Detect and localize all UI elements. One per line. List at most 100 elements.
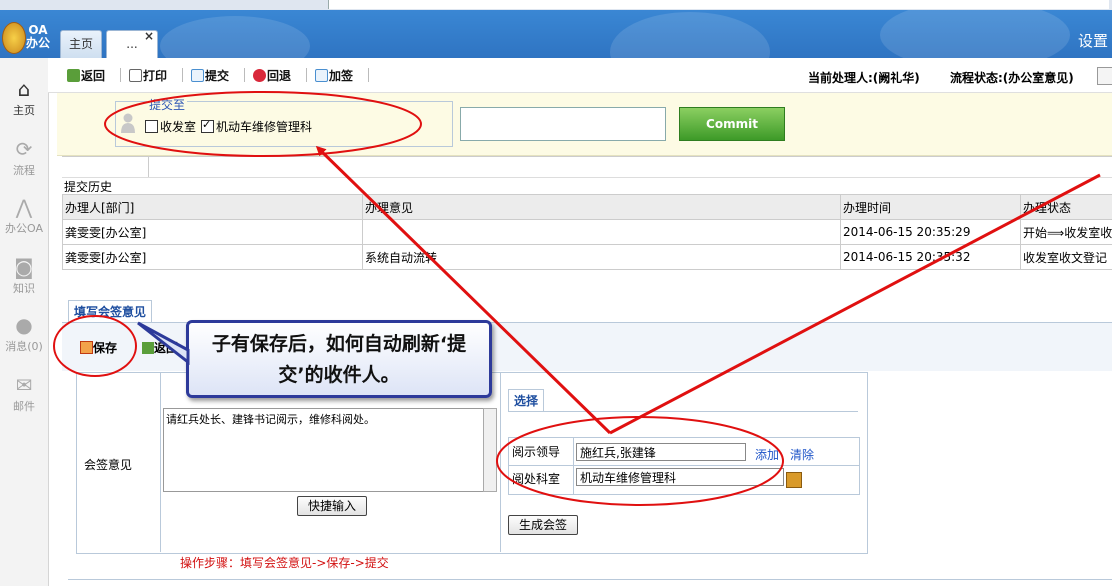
home-icon: ⌂ [17, 77, 31, 101]
office-icon: ⋀ [15, 195, 33, 219]
tab-select[interactable]: 选择 [508, 389, 545, 412]
dept-field[interactable]: 机动车维修管理科 [576, 468, 784, 486]
table-cell: 系统自动流转 [362, 244, 841, 270]
dept-value: 机动车维修管理科 [580, 471, 677, 485]
opinion-text: 请红兵处长、建锋书记阅示，维修科阅处。 [166, 413, 375, 426]
table-cell: 收发室收文登记 [1020, 244, 1112, 270]
sidebar-item-office[interactable]: ⋀ 办公OA [0, 196, 48, 236]
toolbar-divider [306, 68, 307, 82]
sidebar-item-label: 主页 [13, 104, 35, 117]
form-back-button[interactable]: 返回 [142, 339, 178, 356]
table-cell: 开始⟹收发室收 [1020, 219, 1112, 245]
spacer-divider [148, 157, 149, 177]
knowledge-icon: ◙ [14, 255, 34, 279]
back-label: 返回 [81, 69, 106, 83]
current-handler: 当前处理人:(阙礼华) [808, 71, 920, 85]
sidebar-item-knowledge[interactable]: ◙ 知识 [0, 256, 48, 296]
workflow-icon: ⟳ [15, 137, 33, 161]
sidebar-item-label: 办公OA [5, 222, 43, 235]
address-bar[interactable] [328, 0, 1109, 9]
print-label: 打印 [143, 69, 168, 83]
sidebar-item-message[interactable]: ● 消息(0) [0, 314, 48, 354]
toolbar-divider [368, 68, 369, 82]
save-icon [80, 341, 93, 354]
building-icon[interactable] [786, 472, 802, 488]
generate-countersign-button[interactable]: 生成会签 [508, 515, 578, 535]
checkbox-vehicle-dept[interactable] [201, 118, 214, 133]
table-cell [362, 219, 841, 245]
form-back-label: 返回 [154, 341, 179, 355]
column-divider [160, 372, 161, 552]
submit-icon [191, 69, 204, 82]
annotation-callout: 子有保存后，如何自动刷新‘提 交’的收件人。 [186, 320, 492, 398]
column-header: 办理时间 [840, 194, 1021, 220]
table-cell: 龚雯雯[办公室] [62, 244, 363, 270]
column-header: 办理意见 [362, 194, 841, 220]
select-divider [509, 465, 859, 466]
close-icon[interactable]: × [144, 23, 154, 50]
logo-text: OA 办公 [25, 24, 51, 50]
tab-divider [508, 411, 858, 412]
save-button[interactable]: 保存 [80, 339, 117, 356]
recipient-option-mailroom[interactable]: 收发室 [145, 118, 196, 135]
rollback-icon [253, 69, 266, 82]
quick-input-label: 快捷输入 [307, 499, 356, 513]
sidebar-item-home[interactable]: ⌂ 主页 [0, 78, 48, 118]
dept-label: 阅处科室 [512, 472, 561, 486]
column-header: 办理人[部门] [62, 194, 363, 220]
sidebar-item-mail[interactable]: ✉ 邮件 [0, 374, 48, 414]
recipient-option-vehicle-dept[interactable]: 机动车维修管理科 [201, 118, 312, 135]
logo-text-office: 办公 [25, 36, 50, 50]
generate-label: 生成会签 [518, 518, 567, 532]
submit-button[interactable]: 提交 [191, 67, 229, 84]
submit-to-legend: 提交至 [147, 96, 188, 113]
countersign-label: 加签 [329, 69, 354, 83]
countersign-button[interactable]: 加签 [315, 67, 353, 84]
clear-link[interactable]: 清除 [790, 446, 814, 463]
leader-field[interactable]: 施红兵,张建锋 [576, 443, 746, 461]
sidebar-item-workflow[interactable]: ⟳ 流程 [0, 138, 48, 178]
checkbox-mailroom[interactable] [145, 120, 158, 133]
header-cloud [880, 10, 1070, 58]
mail-icon: ✉ [15, 373, 33, 397]
logo-emblem-icon [2, 22, 26, 54]
table-cell: 2014-06-15 20:35:29 [840, 219, 1021, 245]
tab-current[interactable]: ... × [106, 29, 158, 58]
tab-current-label: ... [126, 37, 138, 51]
recipient-option-label: 机动车维修管理科 [216, 120, 313, 134]
table-row: 龚雯雯[办公室] 2014-06-15 20:35:29 开始⟹收发室收 [62, 219, 1112, 245]
back-button[interactable]: 返回 [67, 67, 105, 84]
print-button[interactable]: 打印 [129, 67, 167, 84]
print-icon [129, 69, 142, 82]
message-icon: ● [15, 313, 33, 337]
bottom-divider [68, 579, 1112, 580]
tab-home[interactable]: 主页 [60, 30, 102, 58]
commit-button[interactable]: Commit [679, 107, 785, 141]
extra-toolbar-icon[interactable] [1097, 67, 1112, 85]
table-cell: 龚雯雯[办公室] [62, 219, 363, 245]
action-toolbar: 返回 打印 提交 回退 加签 当前处理人:(阙礼华) 流程状态:(办公室意见) [48, 58, 1112, 93]
header-cloud [610, 12, 770, 58]
settings-link[interactable]: 设置 [1078, 30, 1108, 51]
scrollbar[interactable] [483, 408, 497, 492]
rollback-button[interactable]: 回退 [253, 67, 291, 84]
history-table: 办理人[部门] 办理意见 办理时间 办理状态 龚雯雯[办公室] 2014-06-… [62, 194, 1112, 270]
leader-label: 阅示领导 [512, 445, 561, 459]
left-sidebar: ⌂ 主页 ⟳ 流程 ⋀ 办公OA ◙ 知识 ● 消息(0) ✉ 邮件 [0, 58, 49, 586]
add-link[interactable]: 添加 [755, 446, 779, 463]
history-header-row: 办理人[部门] 办理意见 办理时间 办理状态 [62, 194, 1112, 220]
settings-label: 设置 [1077, 32, 1108, 50]
commit-input[interactable] [460, 107, 666, 141]
history-title: 提交历史 [64, 180, 113, 194]
commit-label: Commit [706, 117, 758, 131]
quick-input-button[interactable]: 快捷输入 [297, 496, 367, 516]
toolbar-divider [244, 68, 245, 82]
annotation-line-1: 子有保存后，如何自动刷新‘提 [211, 333, 467, 355]
opinion-textarea[interactable]: 请红兵处长、建锋书记阅示，维修科阅处。 [163, 408, 484, 492]
leader-value: 施红兵,张建锋 [580, 446, 656, 460]
tab-label: 选择 [514, 394, 539, 408]
operation-steps: 操作步骤：填写会签意见->保存->提交 [180, 556, 389, 570]
tab-countersign-opinion[interactable]: 填写会签意见 [68, 300, 153, 323]
history-table-wrap: 办理人[部门] 办理意见 办理时间 办理状态 龚雯雯[办公室] 2014-06-… [62, 194, 1112, 270]
person-icon [121, 113, 135, 133]
